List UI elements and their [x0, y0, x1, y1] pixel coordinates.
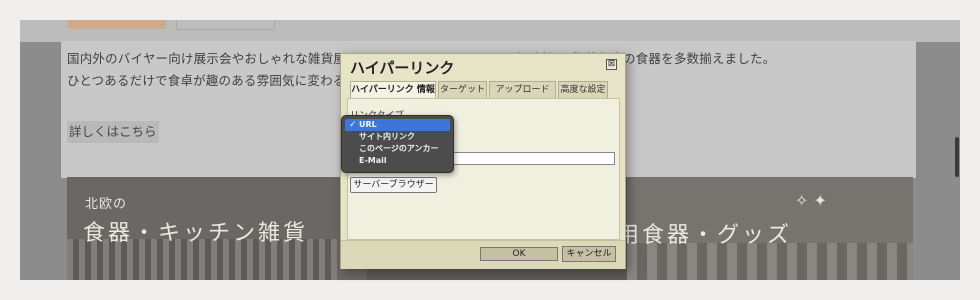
dialog-footer: OK キャンセル — [341, 240, 625, 269]
server-browser-button[interactable]: サーバーブラウザー — [350, 177, 437, 193]
option-url[interactable]: ✓ URL — [345, 119, 450, 131]
link-type-dropdown[interactable]: ✓ URL サイト内リンク このページのアンカー E-Mail — [341, 115, 454, 173]
dialog-title: ハイパーリンク — [350, 59, 455, 77]
url-input[interactable] — [433, 152, 615, 165]
toolbar-strip — [20, 20, 960, 42]
tab-advanced[interactable]: 高度な設定 — [558, 81, 608, 98]
more-details-link[interactable]: 詳しくはこちら — [67, 121, 159, 143]
option-url-label: URL — [359, 120, 377, 129]
option-email[interactable]: E-Mail — [345, 155, 450, 167]
banner-title-left: 食器・キッチン雑貨 — [83, 221, 309, 246]
checkmark-icon: ✓ — [349, 120, 357, 130]
tab-target[interactable]: ターゲット — [438, 81, 487, 98]
toolbar-orange-button[interactable] — [68, 20, 166, 29]
tab-link-info[interactable]: ハイパーリンク 情報 — [350, 81, 436, 98]
option-site-link[interactable]: サイト内リンク — [345, 131, 450, 143]
ok-button[interactable]: OK — [480, 247, 558, 261]
article-line-2: ひとつあるだけで食卓が趣のある雰囲気に変わる雑 — [67, 73, 359, 88]
tab-upload[interactable]: アップロード — [489, 81, 556, 98]
sparkle-icon: ✧ ✦ — [795, 191, 827, 210]
banner-subtitle: 北欧の — [85, 197, 128, 212]
close-icon[interactable]: ⊠ — [606, 59, 617, 70]
option-page-anchor[interactable]: このページのアンカー — [345, 143, 450, 155]
banner-title-right: 用食器・グッズ — [617, 223, 793, 248]
cancel-button[interactable]: キャンセル — [562, 246, 616, 262]
toolbar-white-button[interactable] — [176, 20, 275, 30]
scrollbar-thumb[interactable] — [955, 137, 959, 177]
